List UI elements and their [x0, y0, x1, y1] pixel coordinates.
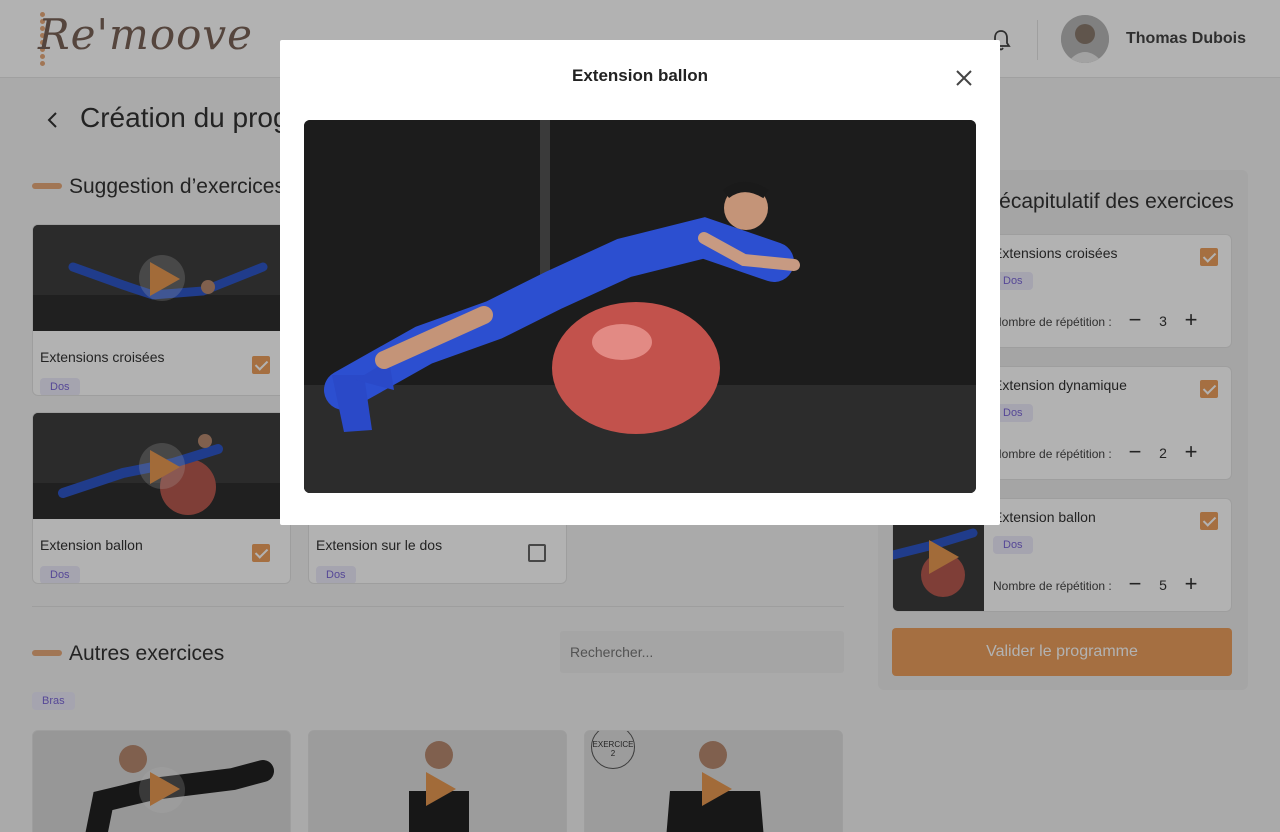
exercise-video[interactable] [304, 120, 976, 493]
video-modal: Extension ballon [280, 40, 1000, 525]
modal-title: Extension ballon [571, 66, 709, 85]
video-frame [304, 120, 976, 493]
close-icon[interactable] [952, 66, 976, 90]
